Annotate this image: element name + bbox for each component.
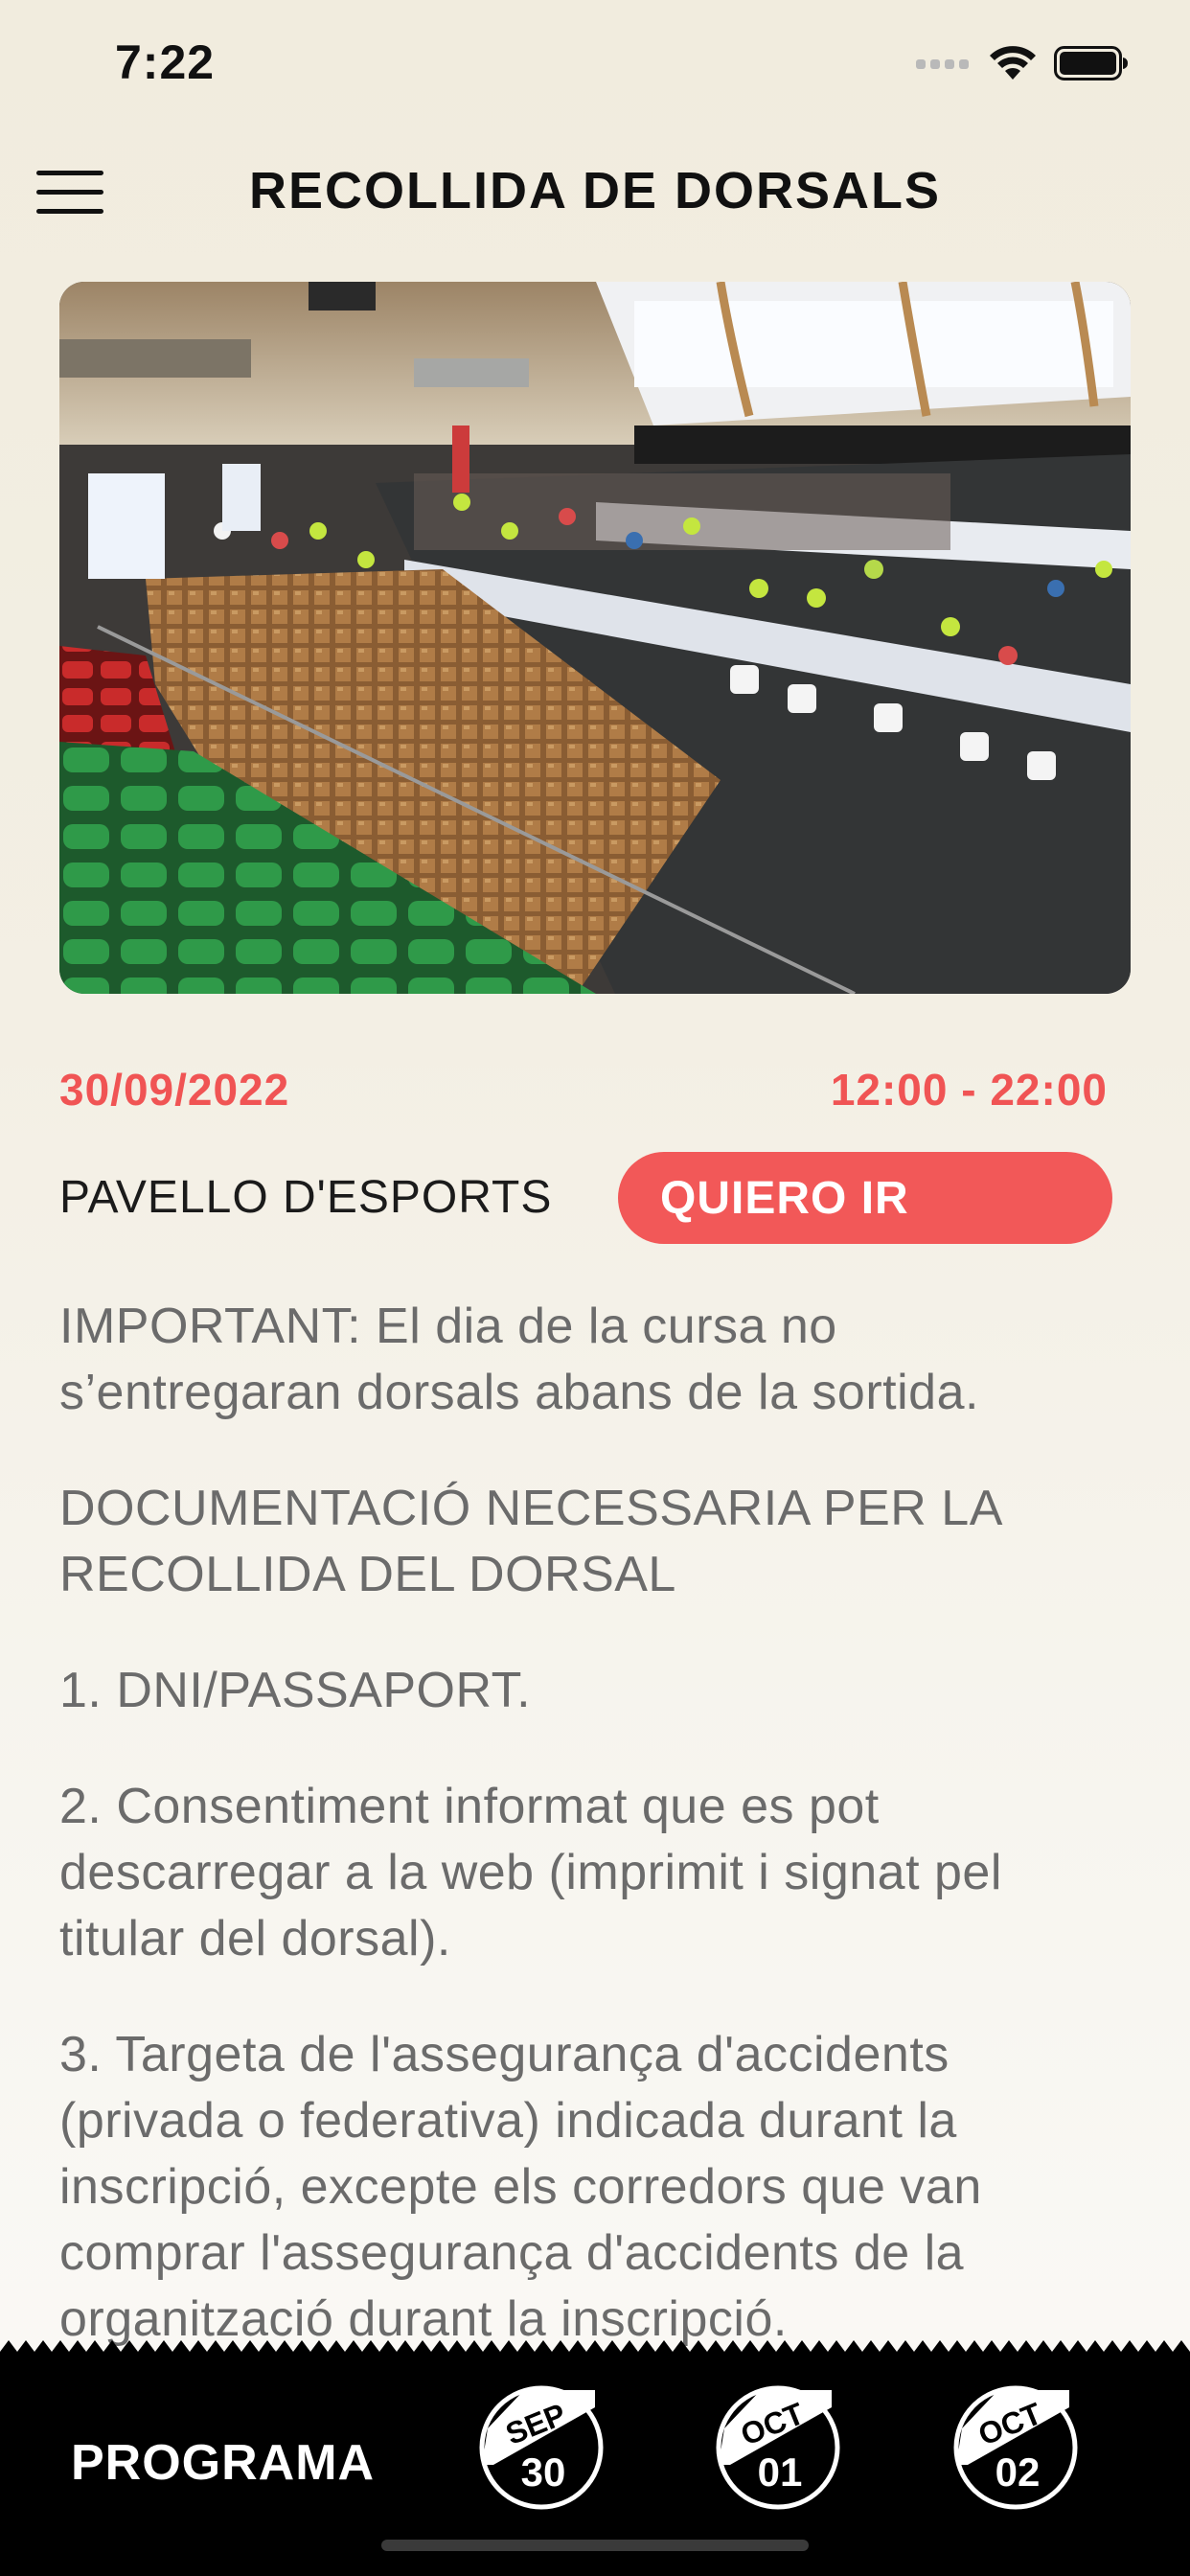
day-tab-oct-01[interactable]: OCT 01 [711, 2380, 845, 2515]
battery-icon [1054, 46, 1128, 80]
info-content: IMPORTANT: El dia de la cursa no s’entre… [59, 1294, 1131, 2358]
programa-tab[interactable]: PROGRAMA [71, 2434, 375, 2492]
status-bar: 7:22 [0, 0, 1190, 134]
event-date: 30/09/2022 [59, 1065, 290, 1115]
paragraph-documentation-heading: DOCUMENTACIÓ NECESSARIA PER LA RECOLLIDA… [59, 1481, 1001, 1602]
paragraph-item-2: 2. Consentiment informat que es pot desc… [59, 1779, 1002, 1966]
status-time: 7:22 [115, 35, 216, 89]
signal-icon [916, 59, 969, 69]
nav-header: RECOLLIDA DE DORSALS [0, 144, 1190, 240]
home-indicator [381, 2540, 809, 2551]
page-title: RECOLLIDA DE DORSALS [248, 162, 941, 219]
day-tab-sep-30[interactable]: SEP 30 [474, 2380, 608, 2515]
event-venue: PAVELLO D'ESPORTS [59, 1172, 553, 1223]
paragraph-item-1: 1. DNI/PASSAPORT. [59, 1663, 532, 1718]
quiero-ir-button[interactable]: QUIERO IR [618, 1152, 1112, 1244]
day-tab-oct-02[interactable]: OCT 02 [949, 2380, 1083, 2515]
day-number: 30 [521, 2450, 566, 2495]
wifi-icon [990, 46, 1036, 80]
event-time: 12:00 - 22:00 [830, 1065, 1108, 1115]
paragraph-important: IMPORTANT: El dia de la cursa no s’entre… [59, 1299, 979, 1420]
day-number: 02 [995, 2450, 1041, 2495]
paragraph-item-3: 3. Targeta de l'assegurança d'accidents … [59, 2027, 982, 2347]
day-number: 01 [758, 2450, 803, 2495]
status-icons [916, 42, 1129, 84]
event-photo [59, 282, 1131, 994]
